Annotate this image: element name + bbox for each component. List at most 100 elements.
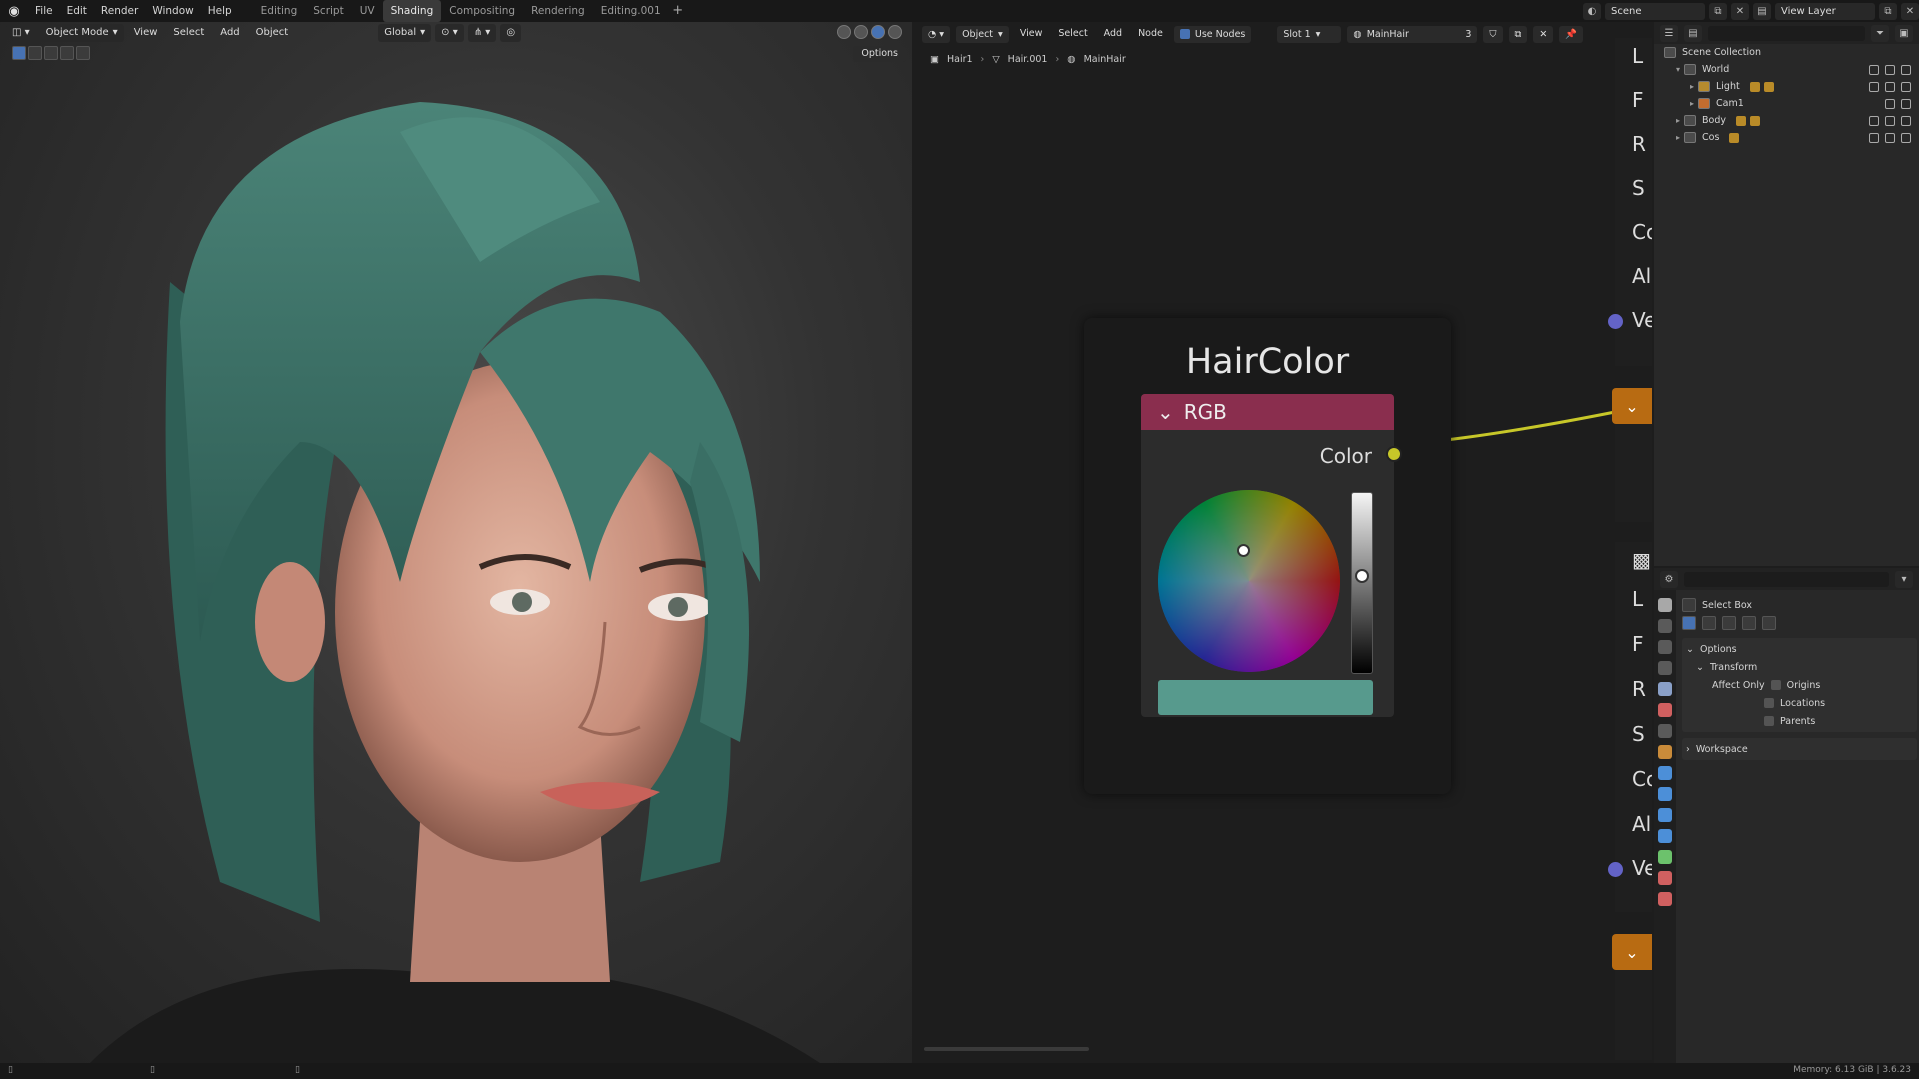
constraints-tab-icon[interactable] <box>1658 829 1672 843</box>
mesh-data-icon[interactable] <box>1729 132 1740 143</box>
world-tab-icon[interactable] <box>1658 703 1672 717</box>
select-new-icon[interactable] <box>12 46 26 60</box>
camera-render-icon[interactable] <box>1901 132 1911 143</box>
new-view-layer-button[interactable]: ⧉ <box>1879 2 1897 20</box>
duplicate-material-icon[interactable]: ⧉ <box>1508 25 1528 43</box>
parents-checkbox[interactable] <box>1764 716 1774 726</box>
node-menu-node[interactable]: Node <box>1133 22 1168 46</box>
tab-rendering[interactable]: Rendering <box>523 0 593 22</box>
outliner-row-scene-collection[interactable]: Scene Collection <box>1654 44 1919 61</box>
tab-uv[interactable]: UV <box>352 0 383 22</box>
outliner-type-button[interactable]: ☰ <box>1660 24 1678 42</box>
select-invert-icon[interactable] <box>60 46 74 60</box>
active-tool-row[interactable]: Select Box <box>1682 596 1917 614</box>
output-tab-icon[interactable] <box>1658 640 1672 654</box>
tab-editing-001[interactable]: Editing.001 <box>593 0 669 22</box>
exclude-checkbox[interactable] <box>1869 132 1879 143</box>
snap-icon[interactable]: ⋔ ▾ <box>467 24 497 42</box>
select-invert-icon[interactable] <box>1742 616 1756 630</box>
view-layer-field[interactable]: View Layer <box>1775 2 1875 20</box>
eye-icon[interactable] <box>1885 98 1895 109</box>
rgb-node[interactable]: ⌄ RGB Color <box>1141 394 1402 717</box>
orientation-selector[interactable]: Global ▾ <box>378 24 432 42</box>
value-slider[interactable] <box>1351 492 1373 674</box>
select-extend-icon[interactable] <box>1702 616 1716 630</box>
select-intersect-icon[interactable] <box>1762 616 1776 630</box>
blender-logo-icon[interactable]: ◉ <box>0 0 28 22</box>
outliner-row-cam1[interactable]: ▸ Cam1 <box>1654 95 1919 112</box>
node-menu-view[interactable]: View <box>1015 22 1048 46</box>
camera-render-icon[interactable] <box>1901 81 1911 92</box>
tab-shading[interactable]: Shading <box>382 0 442 22</box>
mode-selector[interactable]: Object Mode ▾ <box>39 24 124 42</box>
fake-user-icon[interactable]: ⛉ <box>1483 25 1503 43</box>
scene-icon[interactable]: ◐ <box>1583 2 1601 20</box>
material-shading-icon[interactable] <box>871 25 885 39</box>
material-tab-icon[interactable] <box>1658 871 1672 885</box>
node-menu-select[interactable]: Select <box>1053 22 1092 46</box>
viewport-options-button[interactable]: Options <box>853 46 906 62</box>
light-data-icon[interactable] <box>1749 81 1760 92</box>
render-tab-icon[interactable] <box>1658 619 1672 633</box>
eye-icon[interactable] <box>1885 64 1895 75</box>
new-scene-button[interactable]: ⧉ <box>1709 2 1727 20</box>
scene-field[interactable]: Scene <box>1605 2 1705 20</box>
filter-icon[interactable]: ⏷ <box>1871 24 1889 42</box>
outliner[interactable]: ☰ ▤ ⏷ ▣ Scene Collection ▾ World ▸ Light… <box>1654 22 1919 566</box>
expand-arrow-icon[interactable]: ▸ <box>1672 133 1684 142</box>
collection-tab-icon[interactable] <box>1658 724 1672 738</box>
color-wheel-handle[interactable] <box>1237 544 1250 557</box>
camera-render-icon[interactable] <box>1901 115 1911 126</box>
use-nodes-toggle[interactable]: Use Nodes <box>1173 25 1252 43</box>
eye-icon[interactable] <box>1885 132 1895 143</box>
new-collection-button[interactable]: ▣ <box>1895 24 1913 42</box>
collapse-chevron-icon[interactable]: ⌄ <box>1157 400 1174 424</box>
partial-node-middle[interactable] <box>1615 424 1652 522</box>
pin-icon[interactable]: 📌 <box>1559 25 1584 43</box>
wireframe-shading-icon[interactable] <box>837 25 851 39</box>
color-swatch[interactable] <box>1158 680 1373 715</box>
exclude-checkbox[interactable] <box>1869 81 1879 92</box>
workspace-panel-header[interactable]: › Workspace <box>1686 740 1913 758</box>
node-menu-add[interactable]: Add <box>1099 22 1127 46</box>
view-layer-icon[interactable]: ▤ <box>1753 2 1771 20</box>
properties-editor[interactable]: ⚙ ▾ Select Box ⌄ Options ⌄ Transform Aff… <box>1654 568 1919 1063</box>
value-slider-handle[interactable] <box>1355 569 1369 583</box>
properties-options-icon[interactable]: ▾ <box>1895 570 1913 588</box>
editor-type-button[interactable]: ◫ ▾ <box>6 24 36 42</box>
eye-icon[interactable] <box>1885 81 1895 92</box>
expand-arrow-icon[interactable]: ▸ <box>1686 99 1698 108</box>
partial-node-bottom[interactable] <box>1615 970 1652 1060</box>
solid-shading-icon[interactable] <box>854 25 868 39</box>
select-intersect-icon[interactable] <box>76 46 90 60</box>
select-subtract-icon[interactable] <box>1722 616 1736 630</box>
menu-render[interactable]: Render <box>94 0 145 22</box>
add-workspace-button[interactable]: + <box>669 0 687 22</box>
color-output-socket[interactable] <box>1386 446 1402 462</box>
select-extend-icon[interactable] <box>28 46 42 60</box>
workspace-panel[interactable]: › Workspace <box>1682 738 1917 760</box>
menu-window[interactable]: Window <box>145 0 200 22</box>
material-users-count[interactable]: 3 <box>1465 26 1471 43</box>
select-new-icon[interactable] <box>1682 616 1696 630</box>
outliner-row-light[interactable]: ▸ Light <box>1654 78 1919 95</box>
menu-help[interactable]: Help <box>201 0 239 22</box>
properties-type-button[interactable]: ⚙ <box>1660 570 1678 588</box>
physics-tab-icon[interactable] <box>1658 808 1672 822</box>
slot-selector[interactable]: Slot 1 ▾ <box>1277 25 1342 43</box>
camera-render-icon[interactable] <box>1901 64 1911 75</box>
use-nodes-checkbox[interactable] <box>1179 29 1190 39</box>
select-subtract-icon[interactable] <box>44 46 58 60</box>
viewport-menu-add[interactable]: Add <box>214 22 245 44</box>
group-node-collapse-button[interactable]: ⌄ <box>1612 934 1652 970</box>
armature-icon[interactable] <box>1749 115 1760 126</box>
outliner-row-body[interactable]: ▸ Body <box>1654 112 1919 129</box>
unlink-material-icon[interactable]: ✕ <box>1533 25 1554 43</box>
tab-editing[interactable]: Editing <box>253 0 306 22</box>
data-tab-icon[interactable] <box>1658 850 1672 864</box>
haircolor-frame-node[interactable]: HairColor ⌄ RGB Color <box>1084 318 1451 794</box>
node-editor-scrollbar[interactable] <box>924 1047 1089 1051</box>
options-panel-header[interactable]: ⌄ Options <box>1686 640 1913 658</box>
delete-scene-button[interactable]: ✕ <box>1731 2 1749 20</box>
3d-viewport[interactable]: ◫ ▾ Object Mode ▾ View Select Add Object… <box>0 22 912 1063</box>
